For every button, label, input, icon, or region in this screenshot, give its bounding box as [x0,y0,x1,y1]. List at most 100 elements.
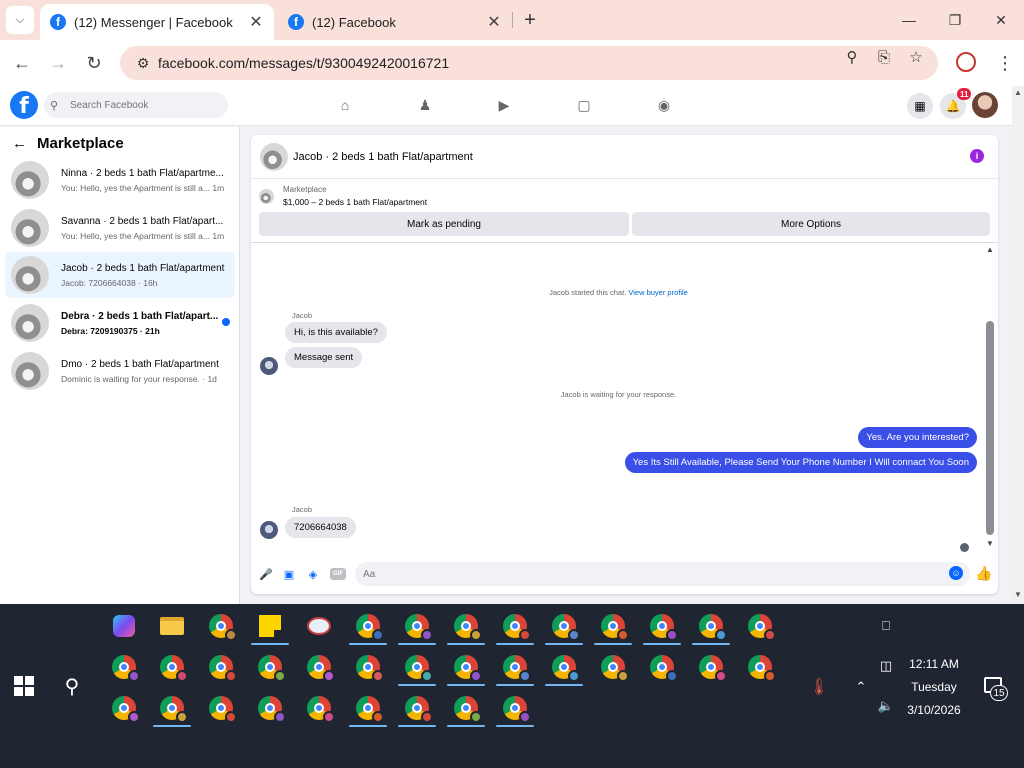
chrome-profile-icon[interactable] [501,694,531,723]
conversation-item[interactable]: Savanna · 2 beds 1 bath Flat/apart... Yo… [5,205,235,251]
video-icon[interactable]: ▶ [495,96,513,114]
close-window-button[interactable]: ✕ [986,8,1016,32]
emoji-icon[interactable]: ☺ [949,566,963,580]
chrome-profile-icon[interactable] [550,612,580,641]
tab-search-menu-button[interactable]: ⌵ [6,6,34,34]
facebook-search[interactable]: ⚲ [44,92,228,118]
conversation-item[interactable]: Dmo · 2 beds 1 bath Flat/apartment Domin… [5,348,235,394]
chrome-profile-icon[interactable] [256,694,286,723]
network-icon[interactable]: ◫ [876,656,896,676]
incoming-message[interactable]: Message sent [285,347,363,368]
search-icon[interactable]: ⚲ [60,674,84,698]
more-menu-icon[interactable]: ⋮ [996,50,1014,76]
chrome-profile-icon[interactable] [354,653,384,682]
marketplace-icon[interactable]: ▢ [575,96,593,114]
chrome-profile-icon[interactable] [207,694,237,723]
page-scrollbar[interactable]: ▲ ▼ [1012,86,1024,604]
account-avatar[interactable] [972,92,998,118]
chrome-profile-icon[interactable] [648,653,678,682]
conversation-item[interactable]: Ninna · 2 beds 1 bath Flat/apartme... Yo… [5,157,235,203]
chrome-profile-icon[interactable] [110,694,140,723]
facebook-logo-icon[interactable]: f [10,91,38,119]
chrome-profile-icon[interactable] [599,612,629,641]
chrome-profile-icon[interactable] [158,694,188,723]
weather-thermometer-icon[interactable]: 🌡 [808,676,830,698]
chrome-profile-icon[interactable] [648,612,678,641]
chrome-profile-icon[interactable] [256,653,286,682]
sticker-icon[interactable]: ◈ [306,567,320,581]
chrome-profile-icon[interactable] [501,653,531,682]
bookmark-star-icon[interactable]: ☆ [906,47,926,67]
chrome-profile-icon[interactable] [305,653,335,682]
chrome-profile-icon[interactable] [305,694,335,723]
profile-icon[interactable] [956,52,976,72]
chrome-profile-icon[interactable] [697,653,727,682]
menu-grid-icon[interactable]: ▦ [907,93,933,119]
view-buyer-profile-link[interactable]: View buyer profile [628,288,687,297]
address-bar[interactable]: ⚙ facebook.com/messages/t/93004924200167… [120,46,938,80]
chrome-profile-icon[interactable] [452,694,482,723]
chrome-profile-icon[interactable] [158,653,188,682]
microphone-icon[interactable]: 🎤 [259,567,273,581]
arrow-left-icon[interactable]: ← [12,135,27,152]
scroll-down-arrow-icon[interactable]: ▼ [1014,590,1022,599]
friends-icon[interactable]: ♟ [416,96,434,114]
url-text[interactable]: facebook.com/messages/t/9300492420016721 [158,55,938,71]
chrome-profile-icon[interactable] [403,653,433,682]
scroll-up-arrow-icon[interactable]: ▲ [1014,88,1022,97]
chevron-up-icon[interactable]: ⌃ [852,678,870,696]
scroll-down-arrow-icon[interactable]: ▼ [985,539,995,548]
clock-day[interactable]: Tuesday [896,680,972,694]
reload-button[interactable]: ↻ [81,50,107,76]
tab-messenger[interactable]: f (12) Messenger | Facebook ✕ [40,4,274,40]
snipping-tool-icon[interactable] [305,612,333,640]
more-options-button[interactable]: More Options [632,212,990,236]
groups-icon[interactable]: ◉ [655,96,673,114]
mark-as-pending-button[interactable]: Mark as pending [259,212,629,236]
chrome-profile-icon[interactable] [354,612,384,641]
site-info-icon[interactable]: ⚙ [128,55,158,72]
clock-date[interactable]: 3/10/2026 [896,703,972,717]
chrome-profile-icon[interactable] [599,653,629,682]
volume-icon[interactable]: 🔈 [876,696,896,716]
chrome-profile-icon[interactable] [697,612,727,641]
chrome-profile-icon[interactable] [110,653,140,682]
chrome-profile-icon[interactable] [452,653,482,682]
listing-info[interactable]: Marketplace $1,000 – 2 beds 1 bath Flat/… [259,185,427,207]
tab-facebook[interactable]: f (12) Facebook ✕ [278,4,512,40]
photo-icon[interactable]: ▣ [282,567,296,581]
facebook-search-input[interactable] [70,99,220,111]
chrome-profile-icon[interactable] [207,653,237,682]
conversation-item[interactable]: Debra · 2 beds 1 bath Flat/apart... Debr… [5,300,235,346]
scrollbar-thumb[interactable] [986,321,994,535]
info-icon[interactable]: i [970,149,984,163]
windows-start-icon[interactable] [14,676,34,696]
minimize-button[interactable]: — [894,8,924,32]
install-app-icon[interactable]: ⎘ [874,47,894,67]
close-tab-icon[interactable]: ✕ [246,12,266,32]
chrome-profile-icon[interactable] [354,694,384,723]
clock-time[interactable]: 12:11 AM [896,657,972,671]
outgoing-message[interactable]: Yes. Are you interested? [858,427,977,448]
sticky-notes-icon[interactable] [256,612,284,640]
chrome-profile-icon[interactable] [207,612,237,641]
chrome-profile-icon[interactable] [452,612,482,641]
chrome-profile-icon[interactable] [501,612,531,641]
restore-button[interactable]: ❐ [940,8,970,32]
forward-button[interactable]: → [45,50,71,76]
chrome-profile-icon[interactable] [746,612,776,641]
message-input[interactable] [355,562,970,586]
file-explorer-icon[interactable] [158,612,186,640]
meet-now-icon[interactable]: ⎕ [876,616,896,636]
sender-avatar[interactable] [260,521,278,539]
chat-scrollbar[interactable]: ▲ ▼ [984,243,996,553]
sender-avatar[interactable] [260,357,278,375]
scroll-up-arrow-icon[interactable]: ▲ [985,245,995,254]
home-icon[interactable]: ⌂ [336,96,354,114]
outgoing-message[interactable]: Yes Its Still Available, Please Send You… [624,452,977,473]
incoming-message[interactable]: 7206664038 [285,517,356,538]
chrome-profile-icon[interactable] [403,612,433,641]
chat-title[interactable]: Jacob · 2 beds 1 bath Flat/apartment [293,151,473,163]
close-tab-icon[interactable]: ✕ [484,12,504,32]
copilot-icon[interactable] [110,612,138,640]
